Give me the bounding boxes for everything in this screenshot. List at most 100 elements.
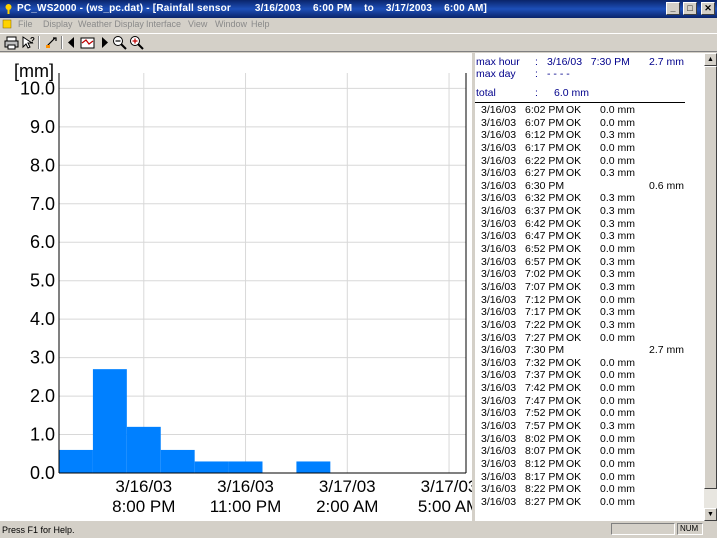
- y-tick-label: 7.0: [30, 194, 55, 214]
- log-time: 6:30 PM: [525, 179, 565, 192]
- log-date: 3/16/03: [481, 192, 517, 205]
- log-row: 3/16/03 6:17 PM OK 0.0 mm: [481, 142, 691, 155]
- menu-weather-display[interactable]: Weather Display: [78, 19, 144, 29]
- y-tick-label: 0.0: [30, 463, 55, 483]
- log-row: 3/16/03 8:22 PM OK 0.0 mm: [481, 483, 691, 496]
- rain-bar: [92, 369, 127, 473]
- max-hour-sep: :: [535, 56, 538, 68]
- log-row: 3/16/03 7:22 PM OK 0.3 mm: [481, 319, 691, 332]
- log-time: 7:17 PM: [525, 306, 565, 319]
- refresh-icon[interactable]: [44, 35, 59, 50]
- log-status: OK: [566, 483, 582, 496]
- log-date: 3/16/03: [481, 129, 517, 142]
- log-amount: 0.0 mm: [600, 116, 636, 129]
- print-icon[interactable]: [4, 35, 19, 50]
- restore-button[interactable]: □: [683, 2, 697, 15]
- log-row: 3/16/03 7:57 PM OK 0.3 mm: [481, 420, 691, 433]
- log-row: 3/16/03 8:17 PM OK 0.0 mm: [481, 471, 691, 484]
- max-day-label: max day: [476, 68, 516, 80]
- log-amount: 0.0 mm: [600, 445, 636, 458]
- menu-interface[interactable]: Interface: [146, 19, 181, 29]
- log-amount: 0.3 mm: [600, 280, 636, 293]
- menu-help[interactable]: Help: [251, 19, 270, 29]
- log-date: 3/16/03: [481, 230, 517, 243]
- log-time: 6:12 PM: [525, 129, 565, 142]
- menu-display[interactable]: Display: [43, 19, 73, 29]
- x-tick-date: 3/16/03: [217, 477, 274, 496]
- y-axis-label: [mm]: [14, 61, 54, 81]
- log-status: OK: [566, 154, 582, 167]
- log-amount: 0.3 mm: [600, 230, 636, 243]
- y-tick-label: 5.0: [30, 271, 55, 291]
- help-pointer-icon[interactable]: ?: [21, 35, 36, 50]
- log-date: 3/16/03: [481, 179, 517, 192]
- log-date: 3/16/03: [481, 205, 517, 218]
- log-status: OK: [566, 394, 582, 407]
- app-icon: [5, 4, 12, 14]
- rain-bar: [228, 461, 263, 473]
- scroll-down-button[interactable]: ▼: [704, 508, 717, 521]
- log-row: 3/16/03 7:30 PM 2.7 mm: [481, 344, 691, 357]
- timespan-icon[interactable]: [80, 35, 95, 50]
- log-row: 3/16/03 8:02 PM OK 0.0 mm: [481, 433, 691, 446]
- log-time: 7:32 PM: [525, 356, 565, 369]
- chart-canvas: 0.0 1.0 2.0 3.0 4.0 5.0 6.0 7.0 8.0 9.0 10.0 3/16/0…: [14, 61, 472, 516]
- log-date: 3/16/03: [481, 331, 517, 344]
- window-title: PC_WS2000 - (ws_pc.dat) - [Rainfall sens…: [17, 3, 487, 14]
- log-row: 3/16/03 7:52 PM OK 0.0 mm: [481, 407, 691, 420]
- log-date: 3/16/03: [481, 369, 517, 382]
- y-tick-label: 1.0: [30, 425, 55, 445]
- log-status: OK: [566, 331, 582, 344]
- menu-view[interactable]: View: [188, 19, 207, 29]
- log-row: 3/16/03 8:12 PM OK 0.0 mm: [481, 458, 691, 471]
- log-time: 7:02 PM: [525, 268, 565, 281]
- log-row: 3/16/03 7:27 PM OK 0.0 mm: [481, 332, 691, 345]
- next-icon[interactable]: [97, 35, 112, 50]
- log-row: 3/16/03 7:07 PM OK 0.3 mm: [481, 281, 691, 294]
- log-amount: 0.0 mm: [600, 495, 636, 508]
- menu-file[interactable]: File: [18, 19, 33, 29]
- log-time: 6:52 PM: [525, 243, 565, 256]
- zoom-in-icon[interactable]: [129, 35, 144, 50]
- x-tick-time: 8:00 PM: [112, 497, 175, 516]
- menu-window[interactable]: Window: [215, 19, 247, 29]
- log-time: 7:42 PM: [525, 382, 565, 395]
- log-date: 3/16/03: [481, 356, 517, 369]
- previous-icon[interactable]: [64, 35, 79, 50]
- document-icon[interactable]: [2, 19, 12, 29]
- scroll-up-button[interactable]: ▲: [704, 53, 717, 66]
- rain-bar: [59, 449, 93, 473]
- log-date: 3/16/03: [481, 255, 517, 268]
- log-date: 3/16/03: [481, 420, 517, 433]
- log-row: 3/16/03 6:52 PM OK 0.0 mm: [481, 243, 691, 256]
- y-tick-label: 9.0: [30, 117, 55, 137]
- y-tick-label: 6.0: [30, 232, 55, 252]
- log-date: 3/16/03: [481, 432, 517, 445]
- status-panel-blank: [611, 523, 675, 535]
- log-date: 3/16/03: [481, 243, 517, 256]
- toolbar: ?: [0, 33, 717, 52]
- x-tick-time: 2:00 AM: [316, 497, 378, 516]
- log-status: OK: [566, 420, 582, 433]
- log-status: OK: [566, 407, 582, 420]
- minimize-button[interactable]: _: [666, 2, 680, 15]
- max-hour-amount: 2.7 mm: [649, 56, 685, 68]
- log-status: OK: [566, 457, 582, 470]
- zoom-out-icon[interactable]: [112, 35, 127, 50]
- log-status: OK: [566, 318, 582, 331]
- vertical-scrollbar[interactable]: ▲ ▼: [704, 53, 717, 521]
- log-status: OK: [566, 192, 582, 205]
- svg-text:?: ?: [30, 36, 35, 45]
- close-button[interactable]: ✕: [701, 2, 715, 15]
- log-row: 3/16/03 6:30 PM 0.6 mm: [481, 180, 691, 193]
- log-status: OK: [566, 445, 582, 458]
- log-amount: 0.0 mm: [600, 293, 636, 306]
- log-amount: 0.0 mm: [600, 457, 636, 470]
- log-date: 3/16/03: [481, 217, 517, 230]
- log-time: 7:27 PM: [525, 331, 565, 344]
- log-date: 3/16/03: [481, 141, 517, 154]
- log-row: 3/16/03 7:12 PM OK 0.0 mm: [481, 294, 691, 307]
- log-time: 7:30 PM: [525, 344, 565, 357]
- log-time: 6:42 PM: [525, 217, 565, 230]
- scroll-thumb[interactable]: [704, 66, 717, 489]
